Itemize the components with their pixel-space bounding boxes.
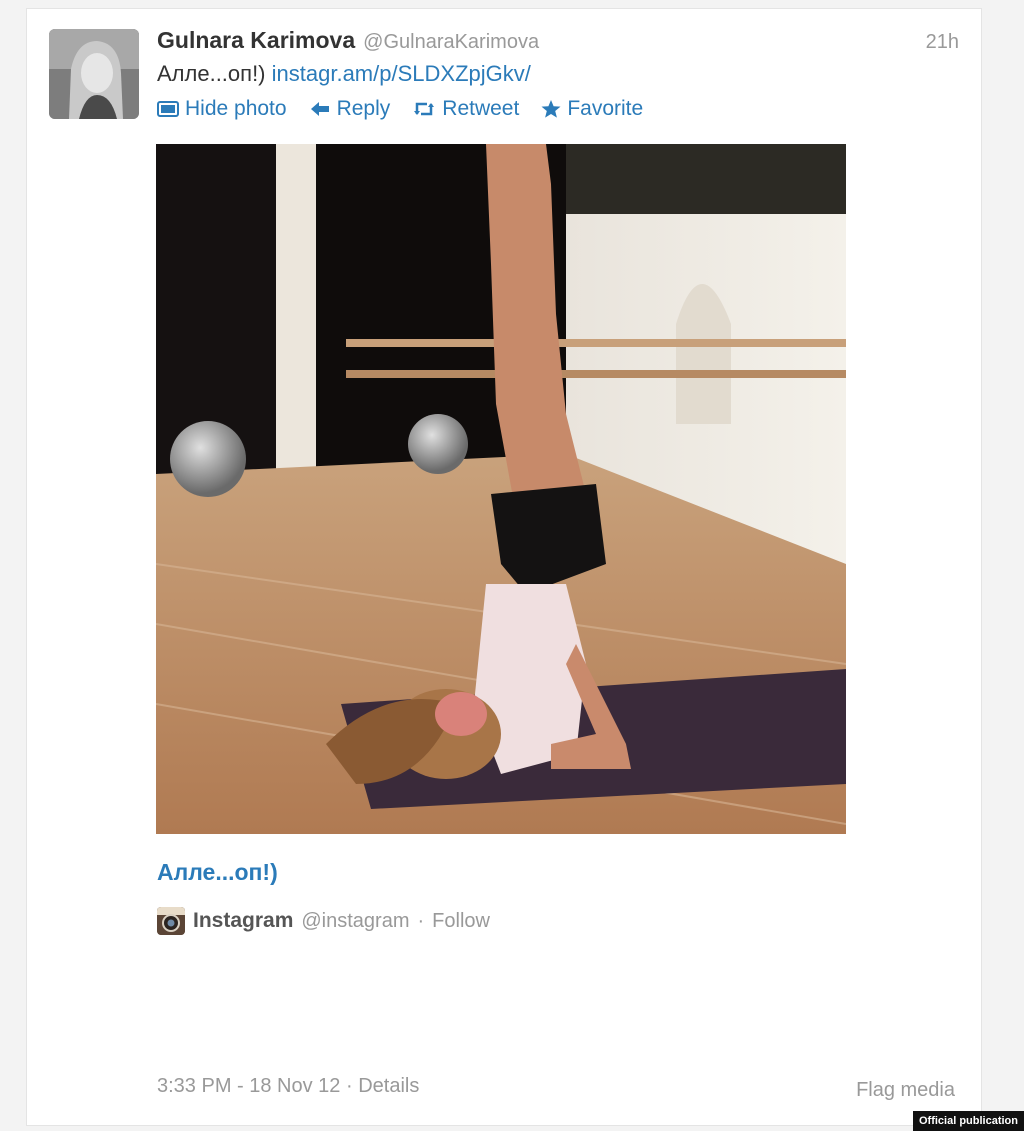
tweet-footer: 3:33 PM - 18 Nov 12 · Details <box>157 1075 419 1098</box>
media-source: Instagram @instagram · Follow <box>157 907 490 935</box>
hide-photo-label: Hide photo <box>185 97 287 120</box>
tweet-actions: Hide photo Reply Retweet Favorite <box>157 97 643 121</box>
retweet-icon <box>412 100 436 118</box>
tweet-header: Gulnara Karimova @GulnaraKarimova <box>157 27 539 57</box>
tweet-card: Gulnara Karimova @GulnaraKarimova 21h Ал… <box>26 8 982 1126</box>
favorite-button[interactable]: Favorite <box>541 97 643 121</box>
tweet-text-body: Алле...оп!) <box>157 61 266 86</box>
instagram-source-handle[interactable]: @instagram <box>301 910 409 933</box>
flag-media-link[interactable]: Flag media <box>856 1079 955 1102</box>
hide-photo-button[interactable]: Hide photo <box>157 97 287 121</box>
tweet-text: Алле...оп!) instagr.am/p/SLDXZpjGkv/ <box>157 61 531 87</box>
instagram-source-name[interactable]: Instagram <box>193 909 293 933</box>
follow-link[interactable]: Follow <box>432 910 490 933</box>
author-handle[interactable]: @GulnaraKarimova <box>363 31 539 54</box>
tweet-full-timestamp[interactable]: 3:33 PM - 18 Nov 12 <box>157 1075 340 1097</box>
media-caption[interactable]: Алле...оп!) <box>157 859 278 886</box>
star-icon <box>541 100 561 118</box>
footer-separator: · <box>346 1075 353 1097</box>
retweet-label: Retweet <box>442 97 520 120</box>
source-separator: · <box>417 909 425 932</box>
retweet-button[interactable]: Retweet <box>412 97 519 121</box>
tweet-timestamp[interactable]: 21h <box>926 31 959 54</box>
official-publication-watermark: Official publication <box>912 1111 1024 1131</box>
photo-icon <box>157 100 179 118</box>
author-name[interactable]: Gulnara Karimova <box>157 27 355 54</box>
reply-button[interactable]: Reply <box>309 97 391 121</box>
author-avatar[interactable] <box>49 29 139 119</box>
details-link[interactable]: Details <box>358 1075 419 1097</box>
tweet-photo[interactable] <box>156 144 846 834</box>
reply-arrow-icon <box>309 100 331 118</box>
instagram-icon <box>157 907 185 935</box>
reply-label: Reply <box>336 97 391 120</box>
favorite-label: Favorite <box>567 97 644 120</box>
tweet-link[interactable]: instagr.am/p/SLDXZpjGkv/ <box>272 61 531 86</box>
